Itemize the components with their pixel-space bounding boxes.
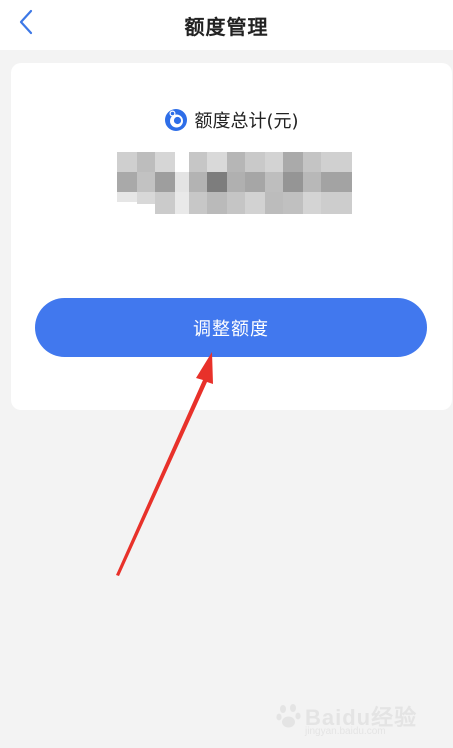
adjust-quota-button[interactable]: 调整额度 [35, 298, 427, 357]
quota-label-row: 额度总计(元) [11, 107, 452, 133]
redacted-amount [117, 152, 352, 214]
watermark-subtext: jingyan.baidu.com [305, 726, 386, 737]
top-nav-bar: 额度管理 [0, 0, 453, 50]
quota-total-label: 额度总计(元) [194, 111, 299, 132]
paw-icon [276, 704, 301, 728]
quota-card: 额度总计(元) 调整额度 [11, 63, 452, 410]
baidu-watermark: Baidu经验 jingyan.baidu.com [275, 698, 445, 742]
page-title: 额度管理 [184, 15, 269, 39]
bird-logo-icon [164, 108, 188, 132]
